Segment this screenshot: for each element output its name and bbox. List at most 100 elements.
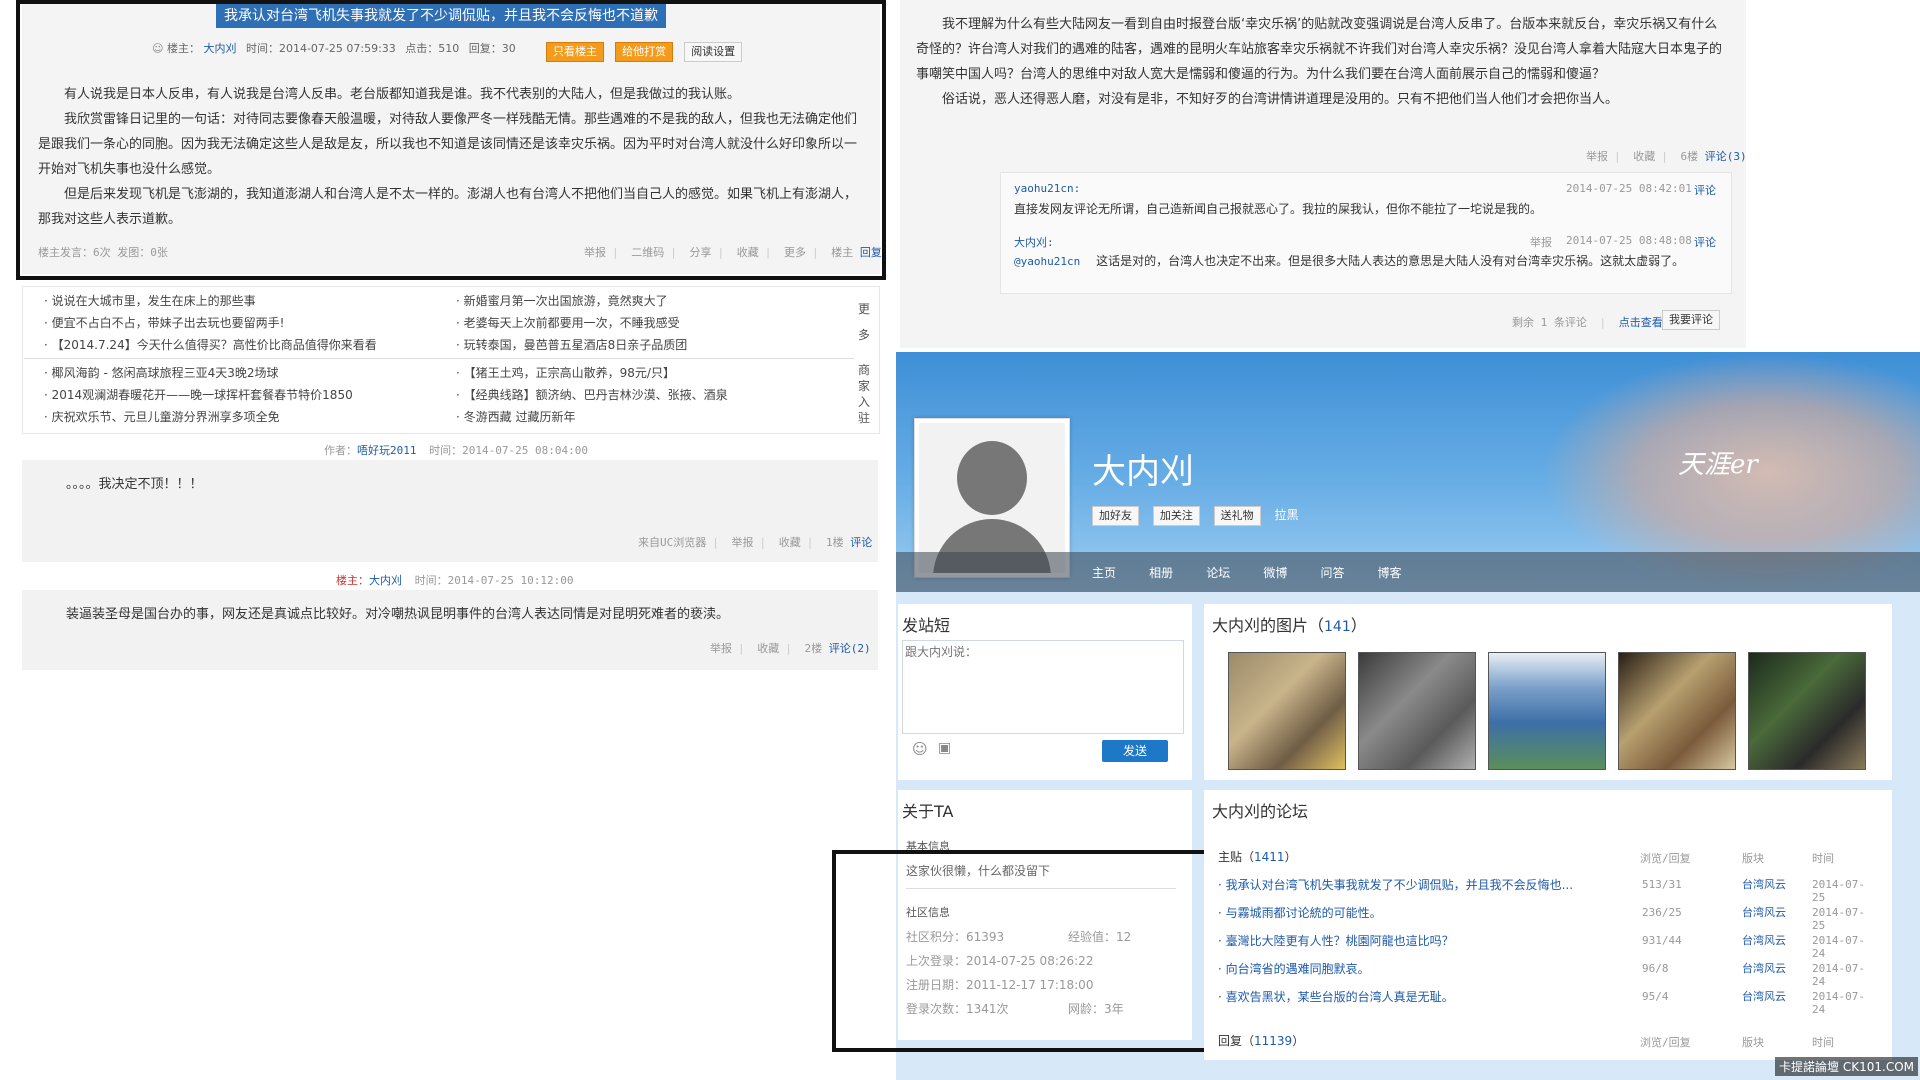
post-buttons: 只看楼主 给他打赏 阅读设置 — [546, 40, 743, 62]
ad-link[interactable]: · 2014观澜湖春暖花开——晚一球挥杆套餐春节特价1850 — [44, 384, 353, 406]
comment-1-reply[interactable]: 评论 — [1694, 182, 1716, 198]
report-link[interactable]: 举报 — [584, 246, 606, 259]
ad-link[interactable]: · 庆祝欢乐节、元旦儿童游分界洲享多项全免 — [44, 406, 353, 428]
smile-icon: ☺ — [152, 42, 164, 55]
ad-side-merchant[interactable]: 商家入驻 — [858, 362, 872, 426]
camera-icon[interactable]: ▣ — [938, 740, 951, 756]
photo-thumbnail[interactable] — [1748, 652, 1866, 770]
send-button[interactable]: 发送 — [1102, 740, 1168, 762]
ad-link[interactable]: · 说说在大城市里，发生在床上的那些事 — [44, 290, 377, 312]
forum-row-title[interactable]: · 喜欢告黑状，某些台版的台湾人真是无耻。 — [1218, 990, 1454, 1004]
post-short-title: 发站短 — [902, 616, 951, 635]
comment-2-report[interactable]: 举报 — [1530, 234, 1552, 250]
forum-title: 大内刈的论坛 — [1212, 802, 1309, 821]
photo-thumbnail[interactable] — [1488, 652, 1606, 770]
share-link[interactable]: 分享 — [690, 246, 712, 259]
post-paragraph: 我欣赏雷锋日记里的一句话：对待同志要像春天般温暖，对待敌人要像严冬一样残酷无情。… — [38, 112, 858, 177]
topics-count-link[interactable]: 1411 — [1254, 850, 1285, 864]
comment-link[interactable]: 评论(2) — [829, 642, 871, 655]
comment-1-user[interactable]: yaohu21cn: — [1014, 182, 1080, 195]
favorite-link[interactable]: 收藏 — [1633, 150, 1655, 163]
forum-row-title[interactable]: · 向台湾省的遇难同胞默哀。 — [1218, 962, 1370, 976]
photo-thumbnail[interactable] — [1358, 652, 1476, 770]
forum-row[interactable]: · 我承认对台湾飞机失事我就发了不少调侃贴，并且我不会反悔也... 513/31… — [1218, 876, 1878, 904]
photo-thumbnail[interactable] — [1228, 652, 1346, 770]
ad-link[interactable]: · 【经典线路】额济纳、巴丹吉林沙漠、张掖、酒泉 — [456, 384, 728, 406]
qrcode-link[interactable]: 二维码 — [631, 246, 664, 259]
photos-count-link[interactable]: 141 — [1324, 619, 1351, 635]
forum-row[interactable]: · 臺灣比大陸更有人性？桃園阿龍也這比吗？ 931/44 台湾风云 2014-0… — [1218, 932, 1878, 960]
forum-row[interactable]: · 与霧城雨都讨论統的可能性。 236/25 台湾风云 2014-07-25 — [1218, 904, 1878, 932]
nav-blog[interactable]: 博客 — [1378, 566, 1402, 580]
forum-row[interactable]: · 喜欢告黑状，某些台版的台湾人真是无耻。 95/4 台湾风云 2014-07-… — [1218, 988, 1878, 1016]
post-title-text: 我承认对台湾飞机失事我就发了不少调侃贴，并且我不会反悔也不道歉 — [224, 8, 658, 24]
forum-board-link[interactable]: 台湾风云 — [1742, 960, 1786, 976]
banner-brand: 天涯er — [1678, 450, 1758, 480]
author-link[interactable]: 大内刈 — [203, 42, 236, 55]
block-link[interactable]: 拉黑 — [1274, 508, 1298, 522]
add-friend-button[interactable]: 加好友 — [1092, 506, 1139, 526]
forum-col-views: 浏览/回复 — [1640, 852, 1691, 865]
favorite-link[interactable]: 收藏 — [737, 246, 759, 259]
forum-topics-label: 主贴（1411） — [1218, 850, 1297, 864]
tip-button[interactable]: 给他打赏 — [615, 42, 674, 62]
ad-link[interactable]: · 【猪王土鸡，正宗高山散养，98元/只】 — [456, 362, 728, 384]
forum-board-link[interactable]: 台湾风云 — [1742, 904, 1786, 920]
forum-board-link[interactable]: 台湾风云 — [1742, 932, 1786, 948]
emoji-icon[interactable]: ☺ — [912, 740, 928, 758]
forum-board-link[interactable]: 台湾风云 — [1742, 876, 1786, 892]
more-link[interactable]: 更多 — [784, 246, 806, 259]
mention-link[interactable]: @yaohu21cn — [1014, 255, 1080, 268]
nav-album[interactable]: 相册 — [1149, 566, 1173, 580]
view-more-link[interactable]: 点击查看 — [1619, 316, 1663, 329]
forum-row-title[interactable]: · 臺灣比大陸更有人性？桃園阿龍也這比吗？ — [1218, 934, 1454, 948]
right-post-actions: 举报 | 收藏 | 6楼 评论(3) — [1586, 150, 1747, 163]
favorite-link[interactable]: 收藏 — [779, 536, 801, 549]
ad-link[interactable]: · 老婆每天上次前都要用一次，不睡我感受 — [456, 312, 687, 334]
comment-2-reply[interactable]: 评论 — [1694, 234, 1716, 250]
remaining-comments: 剩余 1 条评论 | 点击查看 — [1512, 316, 1663, 329]
comment-link[interactable]: 评论 — [850, 536, 872, 549]
reply1-text: 。。。。我决定不顶！！！ — [66, 477, 203, 492]
ad-link[interactable]: · 【2014.7.24】今天什么值得买？高性价比商品值得你来看看 — [44, 334, 377, 356]
gift-button[interactable]: 送礼物 — [1213, 506, 1261, 526]
ad-link[interactable]: · 冬游西藏 过藏历新年 — [456, 406, 728, 428]
highlight-box-profile — [832, 850, 1210, 1052]
ad-side-more[interactable]: 更多 — [858, 296, 872, 348]
report-link[interactable]: 举报 — [1586, 150, 1608, 163]
want-comment-button[interactable]: 我要评论 — [1662, 310, 1720, 330]
profile-nav-bar — [896, 552, 1920, 592]
replies-count-link[interactable]: 11139 — [1254, 1034, 1292, 1048]
ad-link[interactable]: · 便宜不占白不占，带妹子出去玩也要留两手! — [44, 312, 377, 334]
reply2-meta: 楼主：大内刈 时间：2014-07-25 10:12:00 — [336, 574, 574, 587]
nav-weibo[interactable]: 微博 — [1263, 566, 1287, 580]
post-short-input[interactable] — [902, 640, 1184, 734]
comment-2-user[interactable]: 大内刈: — [1014, 234, 1054, 250]
profile-nav: 主页 相册 论坛 微博 问答 博客 — [1092, 562, 1402, 581]
forum-panel — [1204, 790, 1892, 1060]
post-paragraph: 但是后来发现飞机是飞澎湖的，我知道澎湖人和台湾人是不太一样的。澎湖人也有台湾人不… — [38, 187, 858, 227]
author-link[interactable]: 唔好玩2011 — [357, 444, 417, 457]
nav-home[interactable]: 主页 — [1092, 566, 1116, 580]
forum-row-title[interactable]: · 与霧城雨都讨论統的可能性。 — [1218, 906, 1382, 920]
forum-row-title[interactable]: · 我承认对台湾飞机失事我就发了不少调侃贴，并且我不会反悔也... — [1218, 878, 1573, 892]
nav-forum[interactable]: 论坛 — [1206, 566, 1230, 580]
only-author-button[interactable]: 只看楼主 — [546, 42, 604, 62]
forum-board-link[interactable]: 台湾风云 — [1742, 988, 1786, 1004]
report-link[interactable]: 举报 — [732, 536, 754, 549]
reply-link[interactable]: 回复 — [860, 246, 882, 259]
follow-button[interactable]: 加关注 — [1152, 506, 1200, 526]
post-paragraph: 我不理解为什么有些大陆网友一看到自由时报登台版‘幸灾乐祸’的贴就改变强调说是台湾… — [916, 17, 1723, 82]
photo-thumbnail[interactable] — [1618, 652, 1736, 770]
report-link[interactable]: 举报 — [710, 642, 732, 655]
ad-link[interactable]: · 椰风海韵 - 悠闲高球旅程三亚4天3晚2场球 — [44, 362, 353, 384]
author-link[interactable]: 大内刈 — [369, 574, 402, 587]
ad-link[interactable]: · 新婚蜜月第一次出国旅游，竟然爽大了 — [456, 290, 687, 312]
nav-qa[interactable]: 问答 — [1320, 566, 1344, 580]
favorite-link[interactable]: 收藏 — [757, 642, 779, 655]
profile-name: 大内刈 — [1092, 452, 1194, 492]
forum-row[interactable]: · 向台湾省的遇难同胞默哀。 96/8 台湾风云 2014-07-24 — [1218, 960, 1878, 988]
read-settings-button[interactable]: 阅读设置 — [684, 42, 743, 62]
ad-link[interactable]: · 玩转泰国，曼芭普五星酒店8日亲子品质团 — [456, 334, 687, 356]
comment-link[interactable]: 评论(3) — [1705, 150, 1747, 163]
